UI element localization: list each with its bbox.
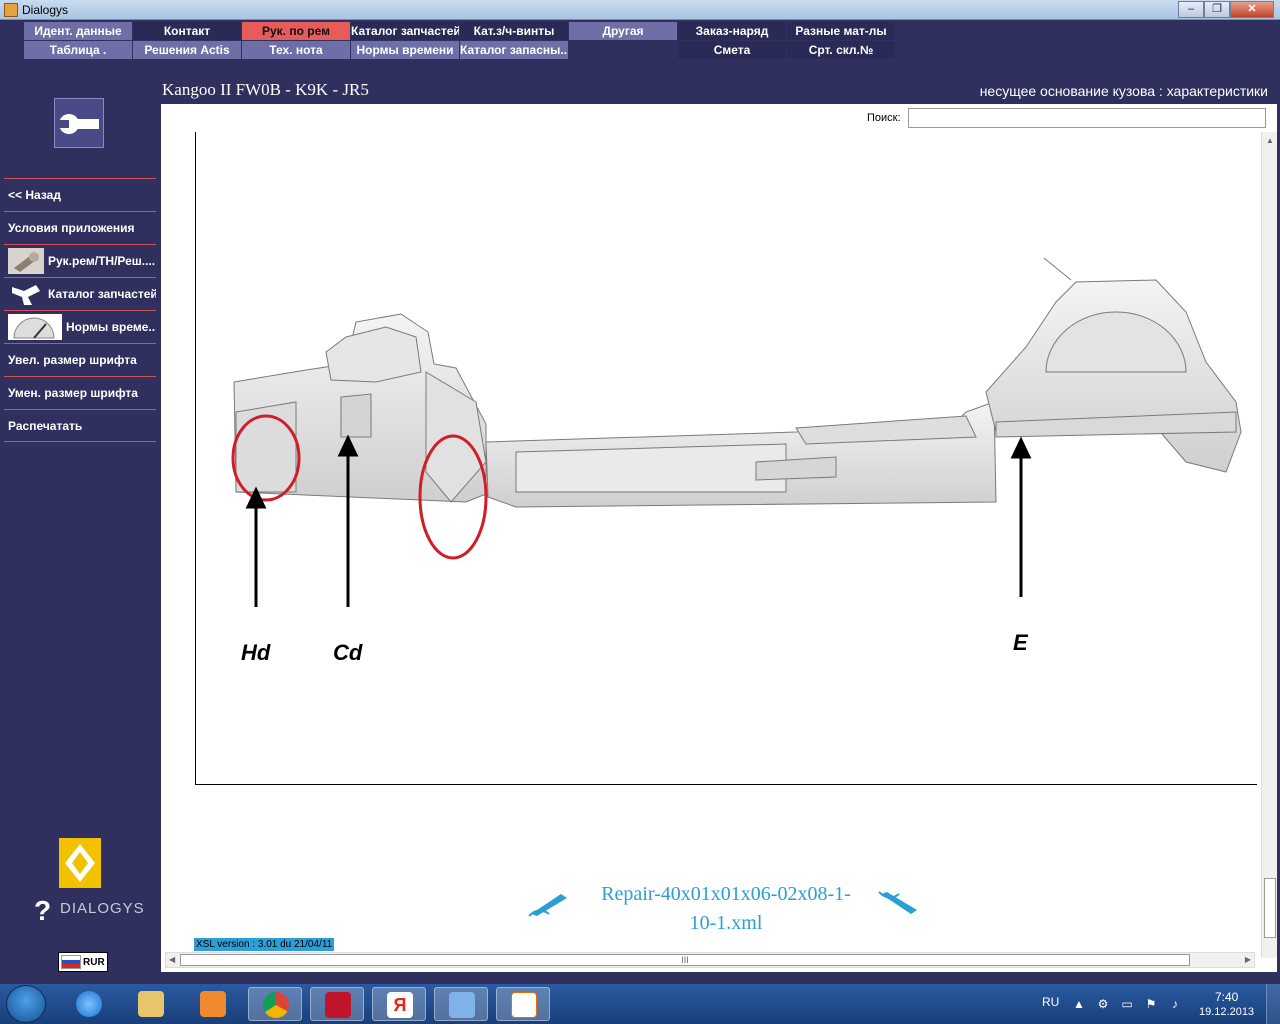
taskbar: Я [0,984,1280,1024]
taskbar-chrome-icon[interactable] [248,987,302,1021]
menu-tab-row2-1[interactable]: Решения Actis [133,41,241,59]
xml-file-name-line2: 10-1.xml [689,912,763,934]
central-floor [485,401,997,508]
sidebar-item-label: << Назад [8,188,61,202]
svg-text:?: ? [34,896,51,926]
menu-tab-row1-3[interactable]: Каталог запчастей [351,22,459,40]
sidebar-item-label: Каталог запчастей [48,287,156,301]
sidebar-item-label: Распечатать [8,418,83,433]
currency-selector[interactable]: RUR [58,952,108,972]
app-icon [4,3,18,17]
taskbar-media-player-icon[interactable] [186,987,240,1021]
network-tray-icon[interactable]: ▭ [1120,997,1134,1011]
rear-underframe [985,257,1242,473]
taskbar-volume-app-icon[interactable] [434,987,488,1021]
wrench-thumb-icon [8,248,44,274]
show-desktop-button[interactable] [1266,984,1280,1024]
sidebar-item-label: Умен. размер шрифта [8,386,138,400]
gauge-thumb-icon [8,314,62,340]
top-menu: Идент. данные Контакт Рук. по рем Каталог з… [24,22,896,60]
taskbar-yandex-icon[interactable]: Я [372,987,426,1021]
taskbar-file-explorer-icon[interactable] [124,987,178,1021]
window-title-bar: Dialogys ‒ ❐ ✕ [0,0,1280,20]
sidebar-item-label: Увел. размер шрифта [8,353,137,367]
menu-tab-row2-6[interactable]: Смета [678,41,786,59]
menu-tab-row1-1[interactable]: Контакт [133,22,241,40]
front-underframe [233,313,487,503]
renault-logo-icon [59,838,101,888]
menu-tab-row1-5[interactable]: Другая [569,22,677,40]
sidebar-item-parts-catalog[interactable]: Каталог запчастей [4,277,156,310]
flag-tray-icon[interactable]: ⚑ [1144,997,1158,1011]
scroll-up-icon[interactable]: ▲ [1266,136,1274,145]
dialogys-question-icon: ? [34,895,58,928]
pen-left-icon[interactable] [527,888,571,918]
search-label: Поиск: [867,112,901,124]
sidebar-item-application-conditions[interactable]: Условия приложения [4,211,156,244]
language-indicator[interactable]: RU [1042,995,1059,1009]
menu-tab-row1-6[interactable]: Заказ-наряд [678,22,786,40]
body-underframe-figure: Hd Cd E [195,132,1257,785]
label-e: E [1013,630,1029,655]
sidebar-item-back[interactable]: << Назад [4,178,156,211]
xml-file-link[interactable]: Repair-40x01x01x06-02x08-1- 10-1.xml [581,880,871,938]
russia-flag-icon [61,955,81,969]
window-title: Dialogys [22,3,69,17]
scroll-right-icon[interactable]: ▶ [1245,955,1251,964]
menu-tab-row1-0[interactable]: Идент. данные [24,22,132,40]
wrench-logo-icon [54,98,104,148]
sidebar-item-increase-font[interactable]: Увел. размер шрифта [4,343,156,376]
menu-tab-row2-4[interactable]: Каталог запасны... [460,41,568,59]
tray-expand-icon[interactable]: ▲ [1072,997,1086,1011]
menu-tab-row1-2[interactable]: Рук. по рем [242,22,350,40]
dialogys-logo: DIALOGYS [60,900,145,917]
menu-tab-row2-0[interactable]: Таблица . [24,41,132,59]
sidebar-item-label: Условия приложения [8,221,135,235]
menu-tab-row2-2[interactable]: Тех. нота [242,41,350,59]
menu-tab-row1-7[interactable]: Разные мат-лы [787,22,895,40]
clock-time[interactable]: 7:40 [1215,990,1238,1004]
minimize-button[interactable]: ‒ [1178,1,1204,18]
label-hd: Hd [241,640,271,665]
sidebar-item-decrease-font[interactable]: Умен. размер шрифта [4,376,156,409]
pen-right-icon[interactable] [877,888,921,918]
sidebar: << Назад Условия приложения Рук.рем/ТН/Р… [4,178,156,442]
menu-tab-row1-4[interactable]: Кат.з/ч-винты [460,22,568,40]
currency-label: RUR [83,956,105,968]
taskbar-internet-explorer-icon[interactable] [62,987,116,1021]
sidebar-item-label: Нормы време... [66,320,156,334]
steam-tray-icon[interactable]: ⚙ [1096,997,1110,1011]
content-pane: Поиск: Hd Cd E Repair-40x01x01x06-02x08-… [161,104,1277,972]
search-input[interactable] [908,108,1266,128]
start-button[interactable] [6,985,46,1023]
maximize-button[interactable]: ❐ [1204,1,1230,18]
menu-tab-row2-5 [569,41,677,59]
label-cd: Cd [333,640,363,665]
vertical-scroll-thumb[interactable] [1264,878,1276,938]
taskbar-java-icon[interactable] [496,987,550,1021]
taskbar-kaspersky-icon[interactable] [310,987,364,1021]
scroll-left-icon[interactable]: ◀ [169,955,175,964]
xml-file-name-line1: Repair-40x01x01x06-02x08-1- [601,883,851,905]
volume-tray-icon[interactable]: ♪ [1168,997,1182,1011]
clock-date[interactable]: 19.12.2013 [1199,1006,1254,1018]
sidebar-item-print[interactable]: Распечатать [4,409,156,442]
horizontal-scroll-thumb[interactable]: III [180,954,1190,966]
sidebar-item-time-norms[interactable]: Нормы време... [4,310,156,343]
menu-tab-row2-3[interactable]: Нормы времени [351,41,459,59]
close-button[interactable]: ✕ [1230,1,1274,18]
vehicle-title: Kangoo II FW0B - K9K - JR5 [162,80,369,99]
vertical-scrollbar[interactable]: ▲ [1261,132,1277,958]
xsl-version: XSL version : 3.01 du 21/04/11 [194,938,335,951]
page-subtitle: несущее основание кузова : характеристик… [979,83,1268,99]
sidebar-item-label: Рук.рем/ТН/Реш.... [48,254,156,268]
parts-thumb-icon [8,281,44,307]
horizontal-scrollbar[interactable]: ◀ III ▶ [165,952,1255,968]
sidebar-item-repair-manual[interactable]: Рук.рем/ТН/Реш.... [4,244,156,277]
menu-tab-row2-7[interactable]: Срт. скл.№ [787,41,895,59]
